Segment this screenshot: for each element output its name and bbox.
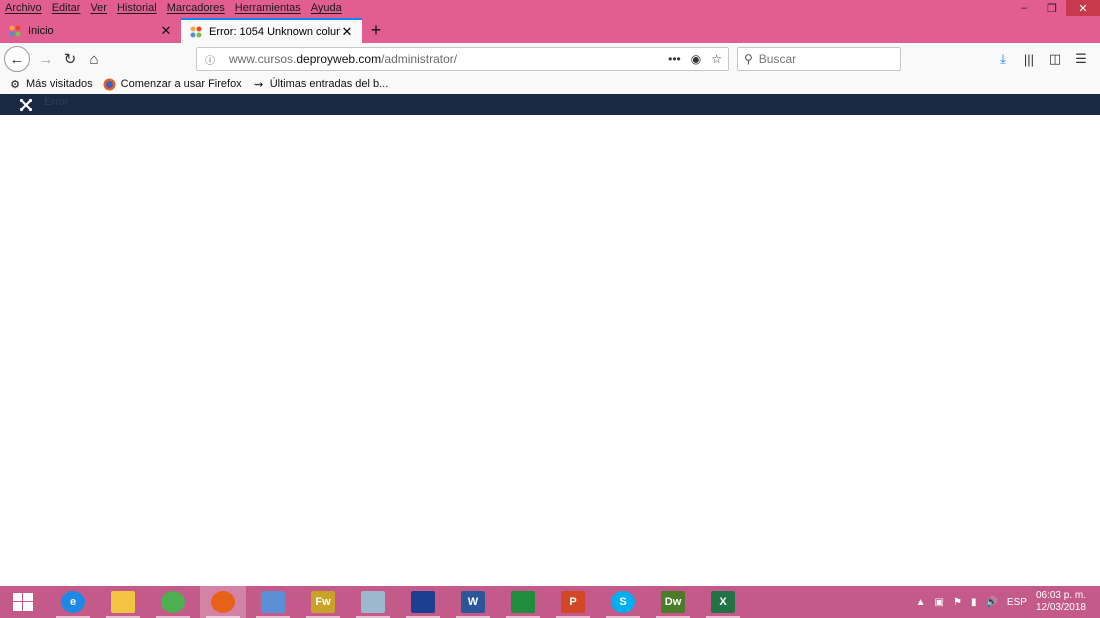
bookmark-star-icon[interactable]: ☆: [711, 52, 722, 66]
taskbar-app-firefox[interactable]: [200, 586, 246, 618]
battery-icon[interactable]: ▮: [971, 597, 977, 608]
tab-title: Inicio: [28, 24, 54, 37]
new-tab-button[interactable]: +: [366, 18, 386, 43]
taskbar-apps: e Fw W P S Dw X: [50, 586, 750, 618]
firefox-icon: [211, 591, 235, 613]
reload-button[interactable]: ↻: [58, 47, 82, 71]
page-actions-icon[interactable]: •••: [668, 52, 681, 66]
file-explorer-icon: [111, 591, 135, 613]
taskbar-app-control-panel[interactable]: [250, 586, 296, 618]
eclipse-icon: [411, 591, 435, 613]
bookmark-ultimas-entradas[interactable]: ⇝ Últimas entradas del b...: [252, 77, 389, 91]
notepad-icon: [361, 591, 385, 613]
menu-marcadores[interactable]: Marcadores: [162, 0, 230, 16]
search-placeholder: Buscar: [758, 52, 797, 66]
clock[interactable]: 06:03 p. m. 12/03/2018: [1036, 590, 1086, 614]
menu-archivo[interactable]: Archivo: [0, 0, 47, 16]
bookmark-comenzar-firefox[interactable]: Comenzar a usar Firefox: [103, 77, 242, 91]
taskbar-app-notepad[interactable]: [350, 586, 396, 618]
site-info-icon[interactable]: ⓘ: [203, 52, 217, 67]
taskbar-app-eclipse[interactable]: [400, 586, 446, 618]
powerpoint-icon: P: [561, 591, 585, 613]
skype-icon: S: [611, 591, 635, 613]
bookmarks-bar: ⚙ Más visitados Comenzar a usar Firefox …: [0, 74, 1100, 94]
hamburger-menu-icon[interactable]: ☰: [1068, 47, 1094, 71]
taskbar-app-fireworks[interactable]: Fw: [300, 586, 346, 618]
bookmark-label: Últimas entradas del b...: [269, 78, 389, 90]
volume-icon[interactable]: 🔊: [985, 597, 997, 608]
download-icon[interactable]: ⤓: [990, 47, 1016, 71]
bookmark-label: Comenzar a usar Firefox: [120, 78, 242, 90]
menu-editar[interactable]: Editar: [47, 0, 86, 16]
taskbar-app-file-explorer[interactable]: [100, 586, 146, 618]
close-tab-icon[interactable]: ✕: [159, 23, 173, 39]
joomla-admin-header: Error: [0, 94, 1100, 115]
menu-herramientas[interactable]: Herramientas: [230, 0, 306, 16]
close-window-button[interactable]: ✕: [1066, 0, 1100, 16]
restore-button[interactable]: ❐: [1038, 0, 1066, 16]
clock-time: 06:03 p. m.: [1035, 590, 1086, 601]
firefox-icon: [103, 77, 117, 91]
bookmark-label: Más visitados: [26, 78, 93, 90]
taskbar-app-dreamweaver[interactable]: Dw: [650, 586, 696, 618]
control-panel-icon: [261, 591, 285, 613]
taskbar-app-internet-explorer[interactable]: e: [50, 586, 96, 618]
home-button[interactable]: ⌂: [82, 47, 106, 71]
chrome-icon: [161, 591, 185, 613]
tab-title: Error: 1054 Unknown column ': [209, 25, 340, 38]
excel-icon: X: [711, 591, 735, 613]
menu-ver[interactable]: Ver: [85, 0, 112, 16]
window-controls: – ❐ ✕: [1010, 0, 1100, 16]
tab-error[interactable]: Error: 1054 Unknown column ' ✕: [181, 18, 362, 43]
store-icon: [511, 591, 535, 613]
taskbar-app-store[interactable]: [500, 586, 546, 618]
joomla-favicon-icon: [8, 24, 22, 38]
windows-taskbar: e Fw W P S Dw X ▲ ▣ ⚑ ▮ 🔊 ESP 06:03 p. m. 12/0…: [0, 586, 1100, 618]
start-button[interactable]: [0, 586, 46, 618]
forward-button[interactable]: →: [34, 47, 58, 71]
rss-feed-icon: ⇝: [254, 78, 264, 91]
menu-historial[interactable]: Historial: [112, 0, 162, 16]
tab-inicio[interactable]: Inicio ✕: [0, 18, 181, 43]
url-text: www.cursos.deproyweb.com/administrator/: [229, 52, 458, 66]
dreamweaver-icon: Dw: [661, 591, 685, 613]
toolbar-right: ⤓ ||| ◫ ☰: [990, 47, 1094, 71]
network-icon[interactable]: ▣: [935, 597, 944, 608]
windows-logo-icon: [13, 593, 33, 611]
search-icon: ⚲: [744, 52, 753, 66]
tab-bar: Inicio ✕ Error: 1054 Unknown column ' ✕ …: [0, 16, 1100, 43]
page-content: [0, 115, 1100, 586]
language-indicator[interactable]: ESP: [1007, 597, 1027, 608]
gear-icon: ⚙: [10, 78, 20, 91]
search-input[interactable]: ⚲ Buscar: [737, 47, 901, 71]
taskbar-app-chrome[interactable]: [150, 586, 196, 618]
word-icon: W: [461, 591, 485, 613]
back-button[interactable]: ←: [4, 46, 30, 72]
library-icon[interactable]: |||: [1016, 47, 1042, 71]
pocket-icon[interactable]: ◉: [691, 52, 701, 66]
fireworks-icon: Fw: [311, 591, 335, 613]
system-tray: ▲ ▣ ⚑ ▮ 🔊 ESP 06:03 p. m. 12/03/2018: [916, 586, 1100, 618]
menu-bar: Archivo Editar Ver Historial Marcadores …: [0, 0, 1100, 16]
address-bar[interactable]: ⓘ www.cursos.deproyweb.com/administrator…: [196, 47, 729, 71]
taskbar-app-skype[interactable]: S: [600, 586, 646, 618]
navigation-bar: ← → ↻ ⌂ ⓘ www.cursos.deproyweb.com/admin…: [0, 43, 1100, 74]
show-hidden-icons-icon[interactable]: ▲: [916, 597, 926, 608]
taskbar-app-powerpoint[interactable]: P: [550, 586, 596, 618]
page-title: Error: [44, 96, 69, 108]
close-tab-icon[interactable]: ✕: [340, 24, 354, 40]
joomla-favicon-icon: [189, 25, 203, 39]
taskbar-app-excel[interactable]: X: [700, 586, 746, 618]
taskbar-app-word[interactable]: W: [450, 586, 496, 618]
flag-icon[interactable]: ⚑: [953, 597, 962, 608]
joomla-logo-icon[interactable]: [19, 98, 33, 112]
internet-explorer-icon: e: [61, 591, 85, 613]
minimize-button[interactable]: –: [1010, 0, 1038, 16]
sidebar-icon[interactable]: ◫: [1042, 47, 1068, 71]
bookmark-mas-visitados[interactable]: ⚙ Más visitados: [8, 77, 93, 91]
menu-ayuda[interactable]: Ayuda: [306, 0, 347, 16]
clock-date: 12/03/2018: [1035, 602, 1086, 613]
